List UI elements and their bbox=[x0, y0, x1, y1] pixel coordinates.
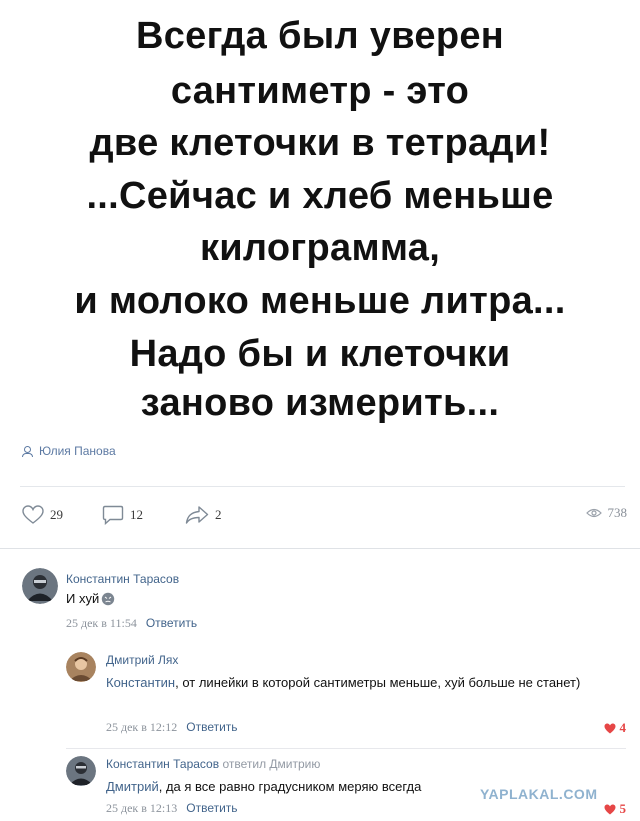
comment-meta: 25 дек в 12:13 Ответить bbox=[106, 801, 238, 816]
emoji-icon bbox=[102, 592, 115, 606]
post-author[interactable]: Юлия Панова bbox=[22, 444, 116, 458]
like-button[interactable]: 29 bbox=[22, 505, 63, 525]
comment-meta: 25 дек в 12:12 Ответить bbox=[106, 720, 238, 735]
heart-filled-icon bbox=[604, 723, 615, 733]
quote-line: две клеточки в тетради! bbox=[89, 122, 551, 164]
post-actions: 29 12 2 738 bbox=[22, 505, 627, 529]
avatar[interactable] bbox=[66, 652, 96, 682]
comment-like-count: 4 bbox=[619, 720, 627, 735]
divider bbox=[66, 748, 626, 749]
quote-line: и молоко меньше литра... bbox=[74, 280, 566, 322]
share-button[interactable]: 2 bbox=[185, 505, 222, 525]
comment-author[interactable]: Дмитрий Лях bbox=[106, 653, 178, 667]
share-icon bbox=[185, 506, 209, 524]
comment-text: И хуй bbox=[66, 590, 115, 608]
comment-author: Константин Тарасов ответил Дмитрию bbox=[106, 757, 320, 771]
comment-button[interactable]: 12 bbox=[102, 505, 143, 525]
comment-icon bbox=[102, 505, 124, 525]
comment-author-name[interactable]: Константин Тарасов bbox=[106, 757, 219, 771]
reply-button[interactable]: Ответить bbox=[186, 720, 237, 734]
quote-line: Надо бы и клеточки bbox=[129, 333, 511, 375]
comment-meta: 25 дек в 11:54 Ответить bbox=[66, 616, 197, 631]
comment-like-button[interactable]: 5 bbox=[604, 801, 627, 817]
comment-date[interactable]: 25 дек в 11:54 bbox=[66, 616, 137, 630]
comment-count: 12 bbox=[130, 507, 143, 522]
comment: Константин Тарасов И хуй 25 дек в 11:54 … bbox=[22, 568, 622, 638]
avatar[interactable] bbox=[22, 568, 58, 604]
quote-line: ...Сейчас и хлеб меньше bbox=[86, 175, 554, 217]
comment-date[interactable]: 25 дек в 12:12 bbox=[106, 720, 177, 734]
reply-button[interactable]: Ответить bbox=[186, 801, 237, 815]
comment-date[interactable]: 25 дек в 12:13 bbox=[106, 801, 177, 815]
comment-text: Константин, от линейки в которой сантиме… bbox=[106, 675, 581, 690]
person-icon bbox=[22, 445, 33, 457]
avatar[interactable] bbox=[66, 756, 96, 786]
quote-line: заново измерить... bbox=[140, 382, 500, 424]
views-count: 738 bbox=[607, 505, 628, 520]
like-count: 29 bbox=[50, 507, 63, 522]
comment-reply: Дмитрий Лях Константин, от линейки в кот… bbox=[66, 652, 626, 742]
post-image[interactable]: Всегда был уверен сантиметр - это две кл… bbox=[0, 0, 640, 440]
mention-link[interactable]: Дмитрий bbox=[106, 779, 159, 794]
divider bbox=[20, 486, 625, 487]
heart-filled-icon bbox=[604, 804, 615, 814]
comment-like-button[interactable]: 4 bbox=[604, 720, 627, 736]
quote-line: Всегда был уверен bbox=[135, 15, 505, 57]
divider bbox=[0, 548, 640, 549]
comment-like-count: 5 bbox=[619, 801, 627, 816]
replied-to-label[interactable]: ответил Дмитрию bbox=[222, 757, 320, 771]
comment-author[interactable]: Константин Тарасов bbox=[66, 572, 179, 586]
quote-line: сантиметр - это bbox=[170, 70, 470, 112]
watermark: YAPLAKAL.COM bbox=[480, 786, 598, 802]
post-author-name: Юлия Панова bbox=[39, 444, 116, 458]
heart-icon bbox=[22, 505, 44, 524]
reply-button[interactable]: Ответить bbox=[146, 616, 197, 630]
quote-line: килограмма, bbox=[199, 227, 441, 269]
share-count: 2 bbox=[215, 507, 222, 522]
eye-icon bbox=[585, 508, 602, 518]
mention-link[interactable]: Константин bbox=[106, 675, 175, 690]
views-counter: 738 bbox=[585, 505, 628, 521]
